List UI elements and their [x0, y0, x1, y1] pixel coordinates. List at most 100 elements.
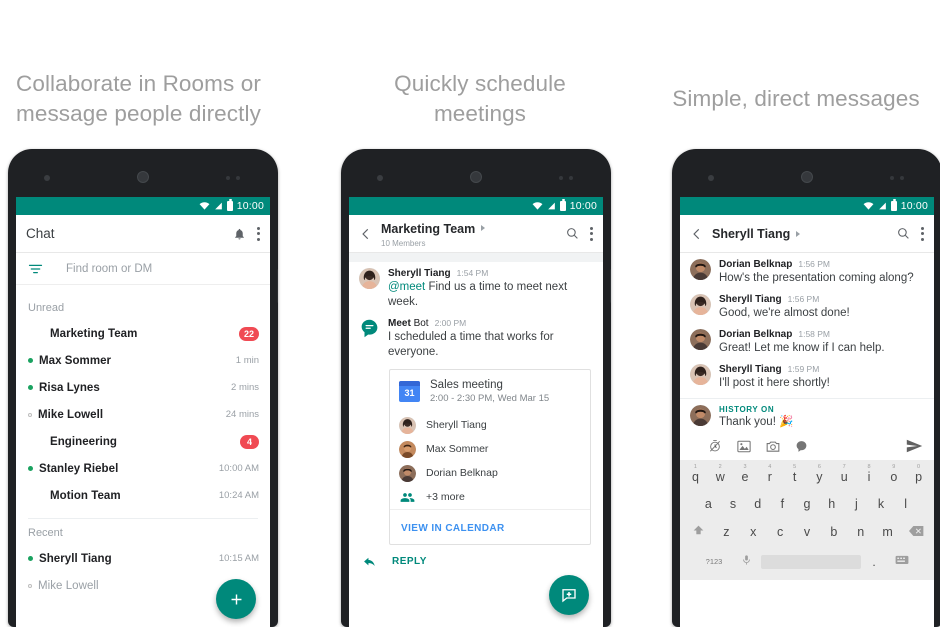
key-d[interactable]: d	[745, 491, 770, 516]
search-icon[interactable]	[566, 227, 579, 240]
message-text: Good, we're almost done!	[719, 307, 850, 319]
sensor-dot	[569, 176, 573, 180]
microphone-icon[interactable]	[731, 547, 761, 575]
on-screen-keyboard[interactable]: 1q 2w 3e 4r 5t 6y 7u 8i 9o 0p a s d f g	[680, 460, 934, 580]
message-text: Great! Let me know if I can help.	[719, 342, 885, 354]
key-p[interactable]: 0p	[906, 464, 931, 489]
list-item[interactable]: Stanley Riebel 10:00 AM	[16, 455, 270, 482]
key-c[interactable]: c	[767, 519, 794, 544]
list-item[interactable]: Engineering 4	[16, 428, 270, 455]
reply-bar[interactable]: REPLY	[349, 545, 603, 567]
list-item[interactable]: Marketing Team 22	[16, 320, 270, 347]
message-author: Dorian Belknap	[719, 259, 793, 270]
message-item[interactable]: Sheryll Tiang 1:56 PM Good, we're almost…	[680, 288, 934, 323]
search-input[interactable]: Find room or DM	[66, 263, 152, 275]
key-o[interactable]: 9o	[881, 464, 906, 489]
composer-draft-text[interactable]: Thank you! 🎉	[719, 415, 922, 430]
list-item[interactable]: Max Sommer 1 min	[16, 347, 270, 374]
message-item[interactable]: Dorian Belknap 1:56 PM How's the present…	[680, 253, 934, 288]
front-camera-icon	[377, 175, 383, 181]
symbols-key[interactable]: ?123	[697, 551, 731, 571]
message-time: 1:59 PM	[787, 364, 820, 374]
phone-bezel	[8, 149, 278, 197]
history-off-icon[interactable]	[708, 439, 722, 453]
sticker-icon[interactable]	[795, 440, 808, 453]
key-s[interactable]: s	[721, 491, 746, 516]
key-a[interactable]: a	[696, 491, 721, 516]
filter-icon[interactable]	[28, 263, 43, 275]
space-key[interactable]	[761, 549, 861, 574]
view-in-calendar-button[interactable]: VIEW IN CALENDAR	[401, 523, 505, 534]
back-chevron-icon[interactable]	[359, 227, 373, 241]
key-w[interactable]: 2w	[708, 464, 733, 489]
key-l[interactable]: l	[893, 491, 918, 516]
key-x[interactable]: x	[740, 519, 767, 544]
new-chat-fab[interactable]	[216, 579, 256, 619]
attendee-more-row[interactable]: +3 more	[390, 485, 590, 509]
status-bar: 10:00	[680, 197, 934, 215]
overflow-menu-icon[interactable]	[590, 226, 593, 241]
period-key[interactable]: .	[861, 549, 887, 574]
key-j[interactable]: j	[844, 491, 869, 516]
calendar-icon: 31	[399, 381, 420, 402]
key-q[interactable]: 1q	[683, 464, 708, 489]
unread-badge: 22	[238, 326, 259, 341]
people-icon	[399, 489, 416, 506]
key-k[interactable]: k	[869, 491, 894, 516]
key-u[interactable]: 7u	[832, 464, 857, 489]
status-time: 10:00	[900, 200, 928, 212]
message-item[interactable]: Dorian Belknap 1:58 PM Great! Let me kno…	[680, 323, 934, 358]
chevron-right-icon[interactable]	[796, 230, 801, 237]
pending-message-item[interactable]: HISTORY ON Thank you! 🎉	[680, 399, 934, 432]
overflow-menu-icon[interactable]	[257, 226, 260, 241]
list-item[interactable]: Risa Lynes 2 mins	[16, 374, 270, 401]
overflow-menu-icon[interactable]	[921, 226, 924, 241]
attendee-name: Dorian Belknap	[426, 467, 498, 479]
send-icon[interactable]	[906, 439, 923, 453]
camera-icon[interactable]	[766, 440, 780, 453]
list-item[interactable]: Mike Lowell 24 mins	[16, 401, 270, 428]
sensor-dot	[226, 176, 230, 180]
key-z[interactable]: z	[713, 519, 740, 544]
reply-arrow-icon[interactable]	[363, 555, 376, 567]
key-r[interactable]: 4r	[757, 464, 782, 489]
list-item[interactable]: Motion Team 10:24 AM	[16, 482, 270, 509]
key-b[interactable]: b	[820, 519, 847, 544]
key-y[interactable]: 6y	[807, 464, 832, 489]
timestamp: 24 mins	[225, 409, 259, 420]
backspace-icon[interactable]	[901, 519, 931, 545]
power-button[interactable]	[610, 269, 611, 303]
meeting-card[interactable]: 31 Sales meeting 2:00 - 2:30 PM, Wed Mar…	[389, 369, 591, 545]
back-chevron-icon[interactable]	[690, 227, 704, 241]
shift-icon[interactable]	[683, 518, 713, 545]
key-i[interactable]: 8i	[857, 464, 882, 489]
list-item[interactable]: Sheryll Tiang 10:15 AM	[16, 545, 270, 572]
chevron-right-icon[interactable]	[481, 225, 486, 232]
key-e[interactable]: 3e	[733, 464, 758, 489]
mention-meet[interactable]: @meet	[388, 281, 425, 293]
key-n[interactable]: n	[847, 519, 874, 544]
message-item[interactable]: Sheryll Tiang 1:59 PM I'll post it here …	[680, 358, 934, 393]
message-item[interactable]: Meet Bot 2:00 PM I scheduled a time that…	[349, 312, 603, 362]
new-message-fab[interactable]	[549, 575, 589, 615]
bell-icon[interactable]	[233, 227, 246, 241]
room-name: Marketing Team	[50, 327, 138, 340]
key-g[interactable]: g	[795, 491, 820, 516]
reply-label[interactable]: REPLY	[392, 556, 427, 567]
search-icon[interactable]	[897, 227, 910, 240]
timestamp: 1 min	[235, 355, 259, 366]
key-v[interactable]: v	[794, 519, 821, 544]
avatar	[690, 259, 711, 280]
message-item[interactable]: Sheryll Tiang 1:54 PM @meet Find us a ti…	[349, 262, 603, 312]
power-button[interactable]	[277, 269, 278, 303]
image-icon[interactable]	[737, 440, 751, 453]
keyboard-switch-icon[interactable]	[887, 549, 917, 574]
status-time: 10:00	[236, 200, 264, 212]
search-row[interactable]: Find room or DM	[16, 253, 270, 285]
key-f[interactable]: f	[770, 491, 795, 516]
phone2-app-bar: Marketing Team 10 Members	[349, 215, 603, 253]
key-h[interactable]: h	[819, 491, 844, 516]
key-t[interactable]: 5t	[782, 464, 807, 489]
key-m[interactable]: m	[874, 519, 901, 544]
promo-collage: Collaborate in Rooms or message people d…	[0, 0, 940, 627]
